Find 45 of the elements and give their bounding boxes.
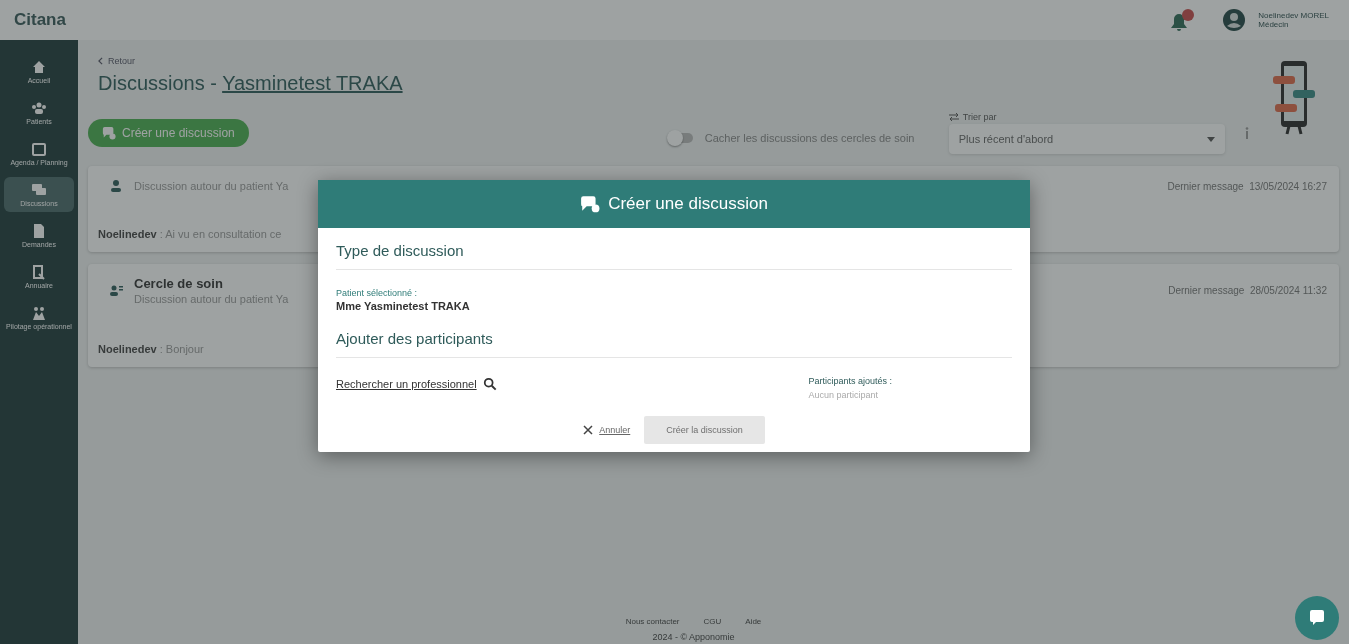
chat-plus-icon	[102, 126, 116, 140]
close-icon[interactable]	[583, 425, 594, 435]
section-heading: Type de discussion	[336, 240, 1012, 270]
people-icon	[31, 100, 47, 116]
copyright: 2024 - © Apponomie	[652, 632, 735, 642]
discussion-subtitle: Discussion autour du patient Ya	[134, 293, 289, 305]
sort-select[interactable]: Plus récent d'abord	[948, 124, 1225, 154]
bell-icon[interactable]	[1168, 8, 1197, 32]
user-avatar-icon[interactable]	[1222, 8, 1247, 32]
search-professional-link[interactable]: Rechercher un professionnel	[336, 378, 477, 390]
document-icon	[31, 223, 47, 239]
patient-label: Patient sélectionné :	[336, 288, 419, 298]
section-heading: Ajouter des participants	[336, 328, 1012, 358]
footer-link[interactable]: Nous contacter	[625, 617, 680, 626]
cancel-link[interactable]: Annuler	[599, 425, 631, 435]
people-icon	[31, 305, 47, 321]
user-role: Médecin	[1258, 20, 1290, 29]
search-icon[interactable]	[482, 377, 497, 391]
discussion-title: Cercle de soin	[134, 276, 223, 291]
chat-icon	[31, 182, 47, 198]
user-name: Noelinedev MOREL	[1258, 11, 1329, 20]
page-title: Discussions - Yasminetest TRAKA	[98, 72, 403, 95]
last-message-date: Dernier message 13/05/2024 16:27	[1167, 180, 1327, 192]
back-link[interactable]: Retour	[108, 56, 135, 66]
sort-label: Trier par	[962, 112, 997, 122]
home-icon	[31, 59, 47, 75]
patient-name: Mme Yasminetest TRAKA	[336, 300, 471, 312]
person-icon	[108, 178, 124, 194]
discussion-subtitle: Discussion autour du patient Ya	[134, 180, 289, 192]
toggle-switch[interactable]	[668, 133, 693, 143]
chevron-left-icon[interactable]	[98, 57, 103, 65]
footer-link[interactable]: CGU	[703, 617, 722, 626]
caret-icon	[1206, 136, 1215, 142]
chat-icon	[1307, 608, 1327, 628]
dialog-title: Créer une discussion	[608, 194, 768, 214]
last-message-preview: Noelinedev : Bonjour	[98, 343, 205, 355]
last-message-date: Dernier message 28/05/2024 11:32	[1168, 285, 1327, 296]
sort-icon	[948, 113, 959, 121]
footer-link[interactable]: Aide	[745, 617, 762, 626]
logo[interactable]: Citana	[14, 10, 66, 30]
chat-plus-icon	[580, 195, 601, 213]
calendar-icon	[31, 141, 47, 157]
added-participants-label: Participants ajoutés :	[808, 376, 892, 386]
empty-participants-text: Aucun participant	[808, 390, 879, 400]
chat-button[interactable]	[1295, 596, 1339, 640]
